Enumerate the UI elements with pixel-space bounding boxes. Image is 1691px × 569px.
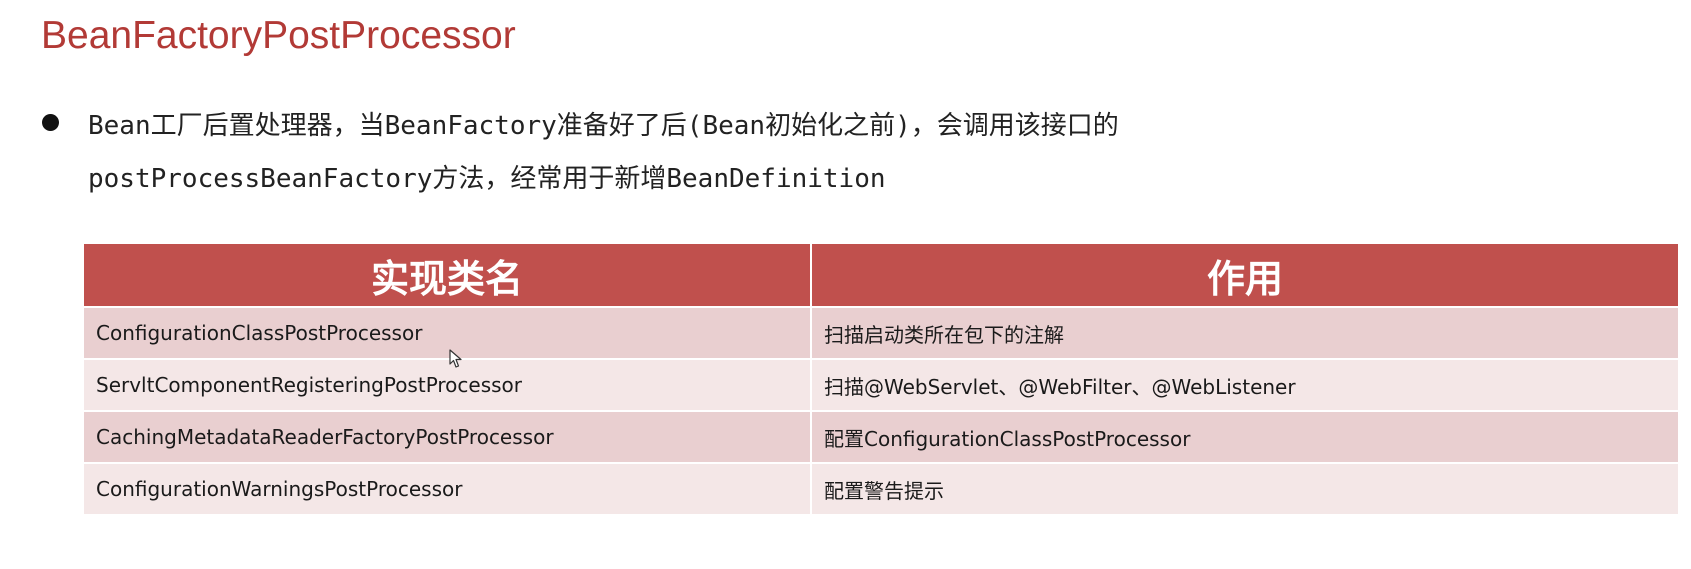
header-purpose: 作用: [810, 242, 1680, 308]
slide-title: BeanFactoryPostProcessor: [41, 14, 516, 57]
bullet-line-1: Bean工厂后置处理器，当BeanFactory准备好了后(Bean初始化之前)…: [88, 111, 1119, 141]
cell-purpose: 扫描启动类所在包下的注解: [810, 306, 1680, 360]
cell-purpose: 扫描@WebServlet、@WebFilter、@WebListener: [810, 358, 1680, 412]
cell-class-name: ServltComponentRegisteringPostProcessor: [82, 358, 812, 412]
bullet-dot-icon: [42, 114, 59, 131]
implementation-table: 实现类名 作用 ConfigurationClassPostProcessor …: [82, 242, 1680, 516]
table-header-row: 实现类名 作用: [82, 242, 1680, 308]
cell-class-name: CachingMetadataReaderFactoryPostProcesso…: [82, 410, 812, 464]
cell-class-name: ConfigurationClassPostProcessor: [82, 306, 812, 360]
bullet-line-2: postProcessBeanFactory方法，经常用于新增BeanDefin…: [88, 164, 886, 194]
cell-class-name: ConfigurationWarningsPostProcessor: [82, 462, 812, 516]
bullet-paragraph: Bean工厂后置处理器，当BeanFactory准备好了后(Bean初始化之前)…: [42, 100, 1342, 206]
table-row: ConfigurationClassPostProcessor 扫描启动类所在包…: [82, 306, 1680, 360]
cell-purpose: 配置警告提示: [810, 462, 1680, 516]
table-row: CachingMetadataReaderFactoryPostProcesso…: [82, 410, 1680, 464]
bullet-text: Bean工厂后置处理器，当BeanFactory准备好了后(Bean初始化之前)…: [88, 100, 1342, 206]
mouse-cursor-icon: [449, 349, 462, 368]
header-class-name: 实现类名: [82, 242, 812, 308]
table-row: ServltComponentRegisteringPostProcessor …: [82, 358, 1680, 412]
table-row: ConfigurationWarningsPostProcessor 配置警告提…: [82, 462, 1680, 516]
cell-purpose: 配置ConfigurationClassPostProcessor: [810, 410, 1680, 464]
